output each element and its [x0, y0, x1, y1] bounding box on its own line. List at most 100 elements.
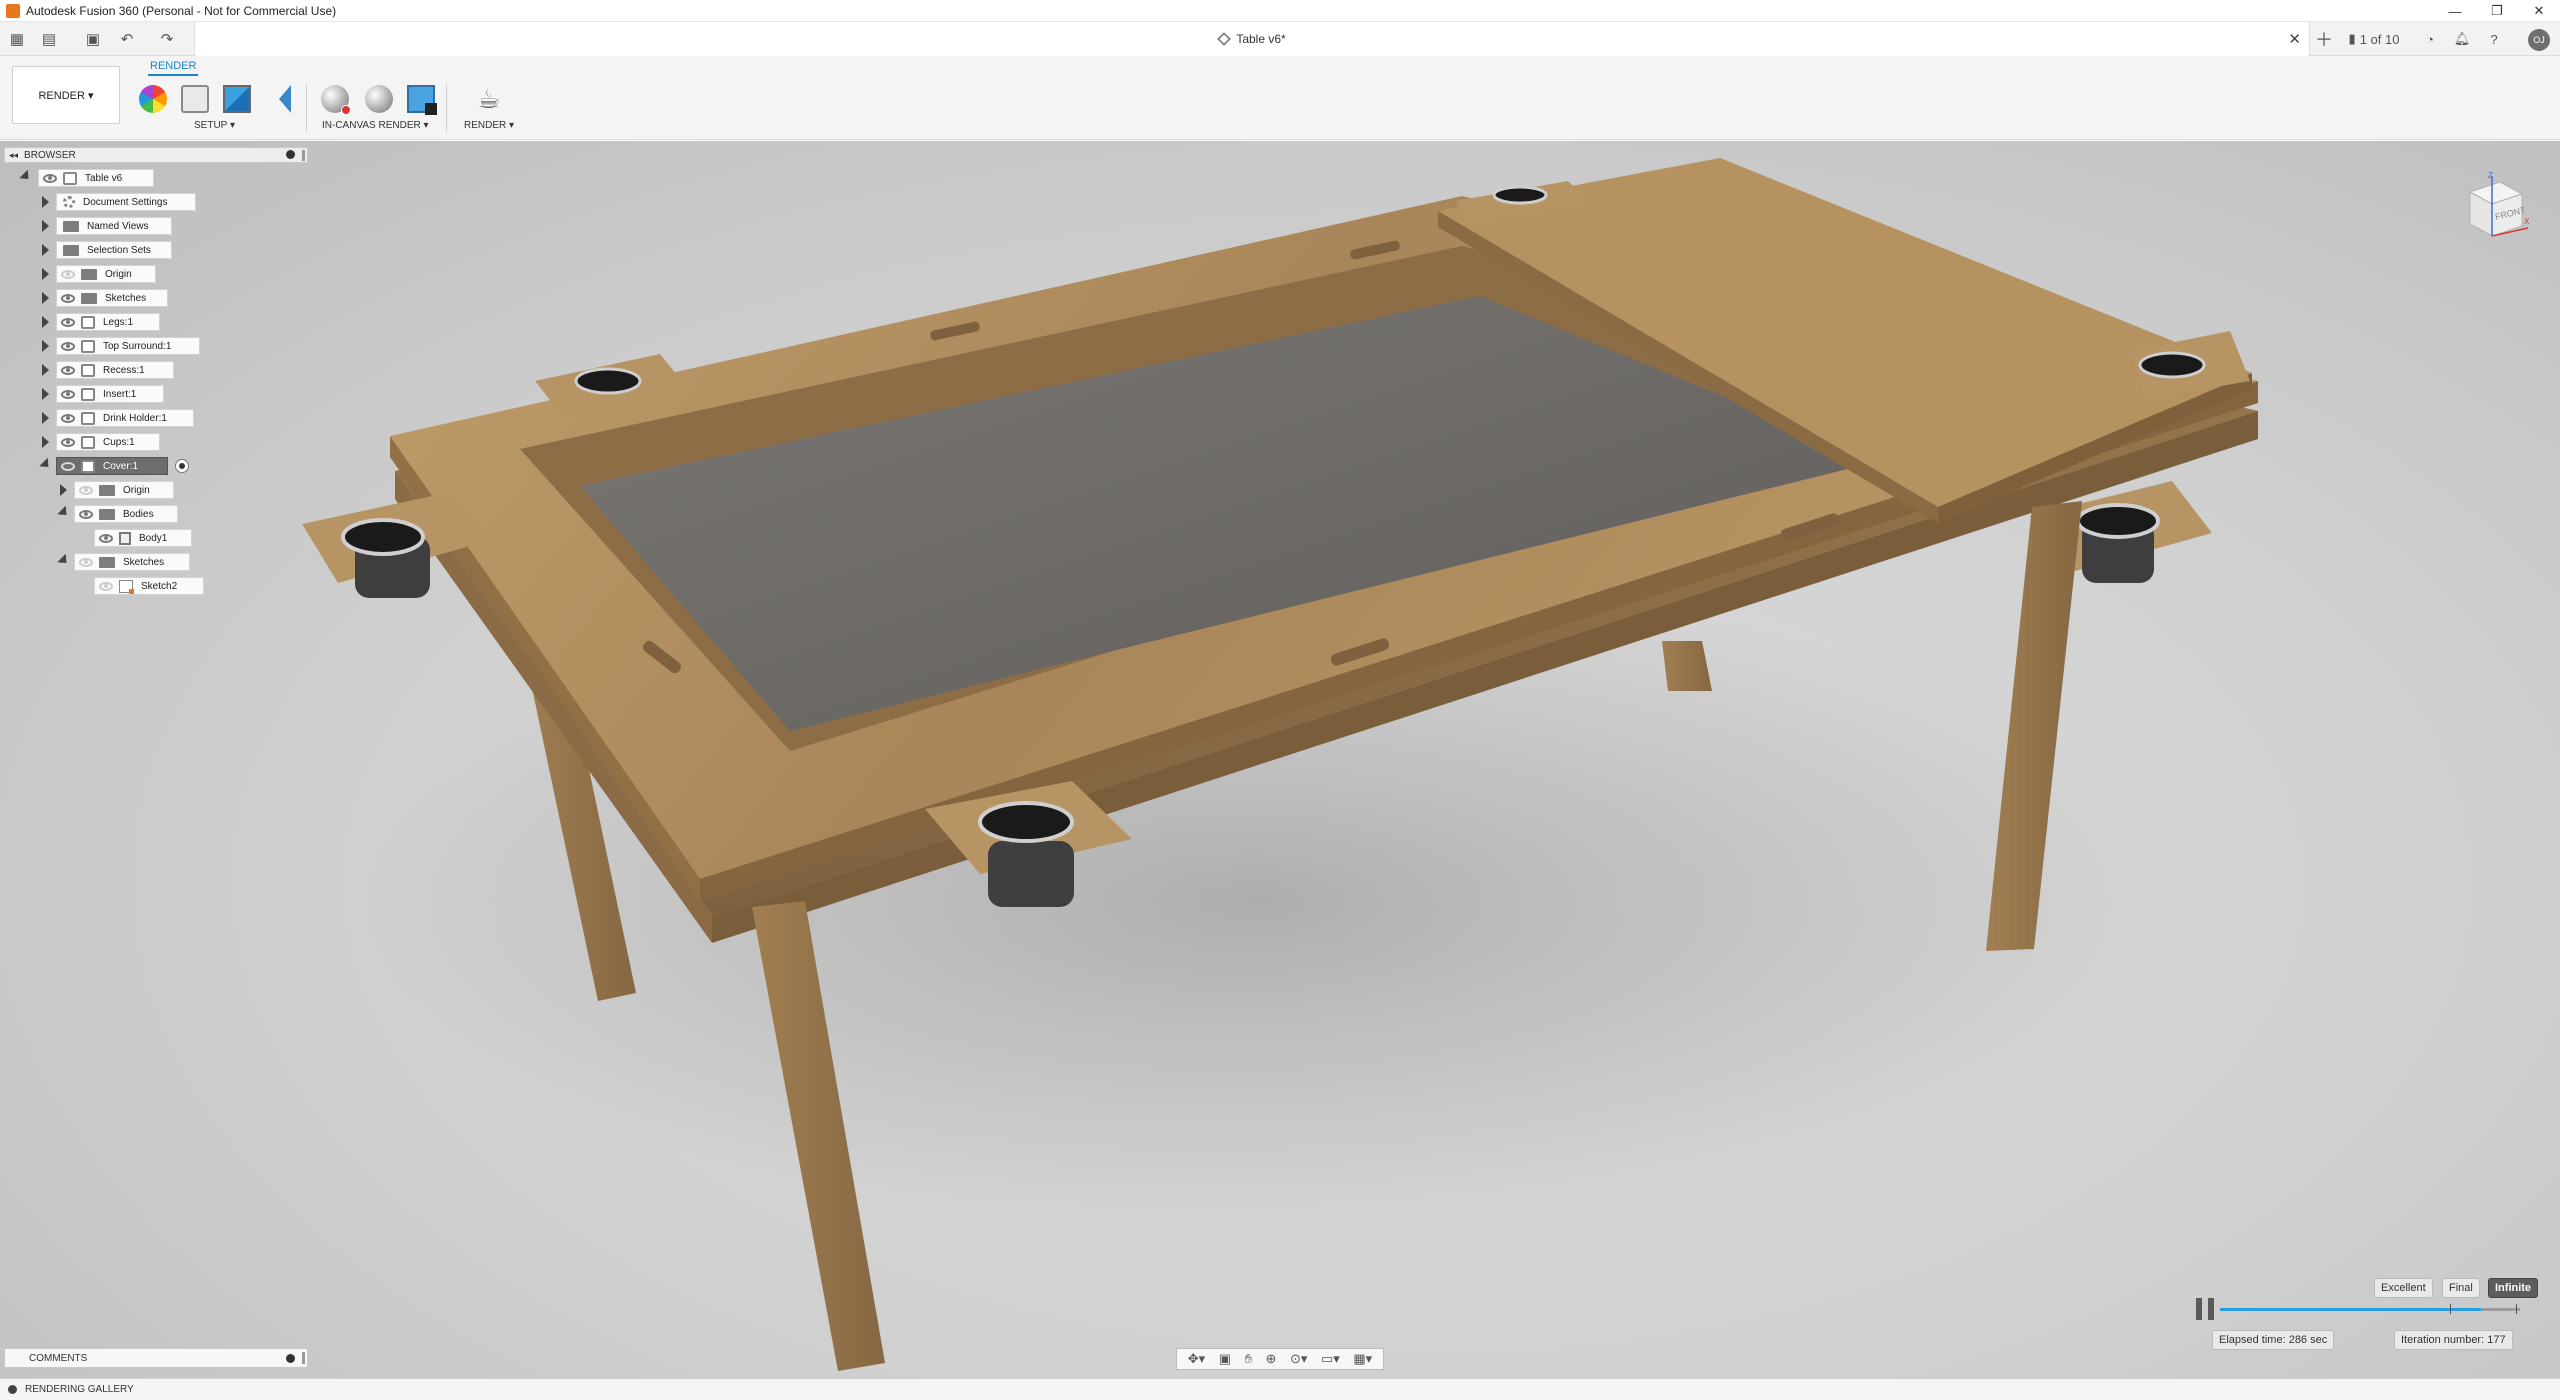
collapse-panel-icon[interactable]: ◂◂ — [9, 150, 18, 161]
tab-render[interactable]: RENDER — [148, 60, 199, 76]
tree-node-cover-origin[interactable]: Origin — [74, 481, 174, 499]
tree-node-cups[interactable]: Cups:1 — [56, 433, 160, 451]
expand-icon[interactable] — [42, 292, 49, 304]
expand-icon[interactable] — [42, 316, 49, 328]
tree-node-cover[interactable]: Cover:1 — [56, 457, 189, 475]
close-tab-icon[interactable]: ✕ — [2288, 30, 2301, 48]
render-tool[interactable]: ☕︎ — [472, 82, 506, 116]
in-canvas-render-tool[interactable] — [318, 82, 352, 116]
texture-map-tool[interactable] — [220, 82, 254, 116]
browser-header[interactable]: ◂◂ BROWSER — [4, 147, 308, 163]
tree-node-named-views[interactable]: Named Views — [56, 217, 172, 235]
expand-icon[interactable] — [60, 484, 67, 496]
in-canvas-render-group-label[interactable]: IN-CANVAS RENDER ▾ — [322, 120, 429, 131]
tree-node-selection-sets[interactable]: Selection Sets — [56, 241, 172, 259]
visibility-eye-icon[interactable] — [61, 293, 75, 303]
comments-panel[interactable]: COMMENTS — [4, 1348, 308, 1368]
quality-excellent-button[interactable]: Excellent — [2374, 1278, 2433, 1298]
app-grid-icon[interactable]: ▦ — [6, 28, 28, 50]
visibility-eye-icon[interactable] — [61, 269, 75, 279]
visibility-eye-icon[interactable] — [61, 341, 75, 351]
visibility-eye-icon[interactable] — [61, 461, 75, 471]
tree-node-drink-holder[interactable]: Drink Holder:1 — [56, 409, 194, 427]
visibility-eye-icon[interactable] — [79, 485, 93, 495]
expand-icon[interactable] — [57, 553, 71, 568]
viewcube[interactable]: FRONT Z X — [2452, 170, 2532, 250]
activate-component-radio[interactable] — [175, 459, 189, 473]
visibility-eye-icon[interactable] — [61, 365, 75, 375]
quality-final-button[interactable]: Final — [2442, 1278, 2480, 1298]
expand-icon[interactable] — [42, 364, 49, 376]
notifications-bell-icon[interactable]: 🔔︎ — [2450, 28, 2474, 50]
expand-icon[interactable] — [42, 268, 49, 280]
in-canvas-settings-tool[interactable] — [362, 82, 396, 116]
version-counter[interactable]: ▮ 1 of 10 — [2344, 28, 2404, 50]
tree-node-cover-sketches[interactable]: Sketches — [74, 553, 190, 571]
undo-icon[interactable]: ↶ — [116, 28, 138, 50]
expand-icon[interactable] — [42, 220, 49, 232]
expand-icon[interactable] — [42, 244, 49, 256]
expand-icon[interactable] — [57, 505, 71, 520]
expand-icon[interactable] — [42, 436, 49, 448]
rendering-gallery-bar[interactable]: RENDERING GALLERY — [0, 1378, 2560, 1400]
document-tab[interactable]: Table v6* ✕ — [194, 22, 2310, 56]
job-status-icon[interactable]: ◔ — [2418, 28, 2442, 50]
tree-node-body1[interactable]: Body1 — [94, 529, 192, 547]
orbit-icon[interactable]: ✥▾ — [1188, 1351, 1205, 1367]
pin-icon[interactable] — [286, 1354, 295, 1363]
visibility-eye-icon[interactable] — [61, 317, 75, 327]
render-canvas[interactable] — [0, 141, 2560, 1378]
file-menu-icon[interactable]: ▤ — [38, 28, 60, 50]
expand-icon[interactable] — [42, 412, 49, 424]
quality-infinite-button[interactable]: Infinite — [2488, 1278, 2539, 1298]
redo-icon[interactable]: ↷ — [156, 28, 178, 50]
gallery-pin-icon[interactable] — [8, 1385, 17, 1394]
expand-icon[interactable] — [42, 340, 49, 352]
visibility-eye-icon[interactable] — [99, 581, 113, 591]
decal-tool[interactable] — [262, 82, 296, 116]
panel-grip-icon[interactable] — [302, 150, 305, 161]
visibility-eye-icon[interactable] — [61, 389, 75, 399]
tree-node-document-settings[interactable]: Document Settings — [56, 193, 196, 211]
appearance-tool[interactable] — [136, 82, 170, 116]
tree-node-sketches[interactable]: Sketches — [56, 289, 168, 307]
look-at-icon[interactable]: ▣ — [1219, 1351, 1231, 1367]
visibility-eye-icon[interactable] — [79, 509, 93, 519]
minimize-button[interactable]: — — [2434, 0, 2476, 22]
expand-icon[interactable] — [39, 457, 53, 472]
close-window-button[interactable]: ✕ — [2518, 0, 2560, 22]
scene-settings-tool[interactable] — [178, 82, 212, 116]
tree-node-origin[interactable]: Origin — [56, 265, 156, 283]
render-group-label[interactable]: RENDER ▾ — [464, 120, 514, 131]
visibility-eye-icon[interactable] — [61, 437, 75, 447]
restore-button[interactable]: ❐ — [2476, 0, 2518, 22]
zoom-icon[interactable]: ⊕ — [1266, 1351, 1277, 1367]
pin-icon[interactable] — [286, 150, 295, 159]
save-icon[interactable]: ▣ — [82, 28, 104, 50]
panel-grip-icon[interactable] — [302, 1352, 305, 1364]
capture-image-tool[interactable] — [404, 82, 438, 116]
grid-settings-icon[interactable]: ▦▾ — [1353, 1351, 1372, 1367]
visibility-eye-icon[interactable] — [79, 557, 93, 567]
user-avatar[interactable]: OJ — [2528, 29, 2550, 51]
visibility-eye-icon[interactable] — [43, 173, 57, 183]
pan-hand-icon[interactable]: ✋︎ — [1245, 1351, 1252, 1367]
tree-node-bodies[interactable]: Bodies — [74, 505, 178, 523]
tree-node-top-surround[interactable]: Top Surround:1 — [56, 337, 200, 355]
expand-icon[interactable] — [42, 196, 49, 208]
tree-node-sketch2[interactable]: Sketch2 — [94, 577, 204, 595]
visibility-eye-icon[interactable] — [61, 413, 75, 423]
visibility-eye-icon[interactable] — [99, 533, 113, 543]
fit-zoom-icon[interactable]: ⊙▾ — [1290, 1351, 1307, 1367]
display-settings-icon[interactable]: ▭▾ — [1321, 1351, 1340, 1367]
workspace-switcher[interactable]: RENDER ▾ — [12, 66, 120, 124]
tree-node-legs[interactable]: Legs:1 — [56, 313, 160, 331]
pause-render-button[interactable] — [2196, 1298, 2214, 1320]
tree-node-recess[interactable]: Recess:1 — [56, 361, 174, 379]
setup-group-label[interactable]: SETUP ▾ — [194, 120, 235, 131]
tree-node-insert[interactable]: Insert:1 — [56, 385, 164, 403]
expand-icon[interactable] — [19, 169, 33, 184]
tree-node-table-v6[interactable]: Table v6 — [38, 169, 154, 187]
expand-icon[interactable] — [42, 388, 49, 400]
help-icon[interactable]: ? — [2482, 28, 2506, 50]
